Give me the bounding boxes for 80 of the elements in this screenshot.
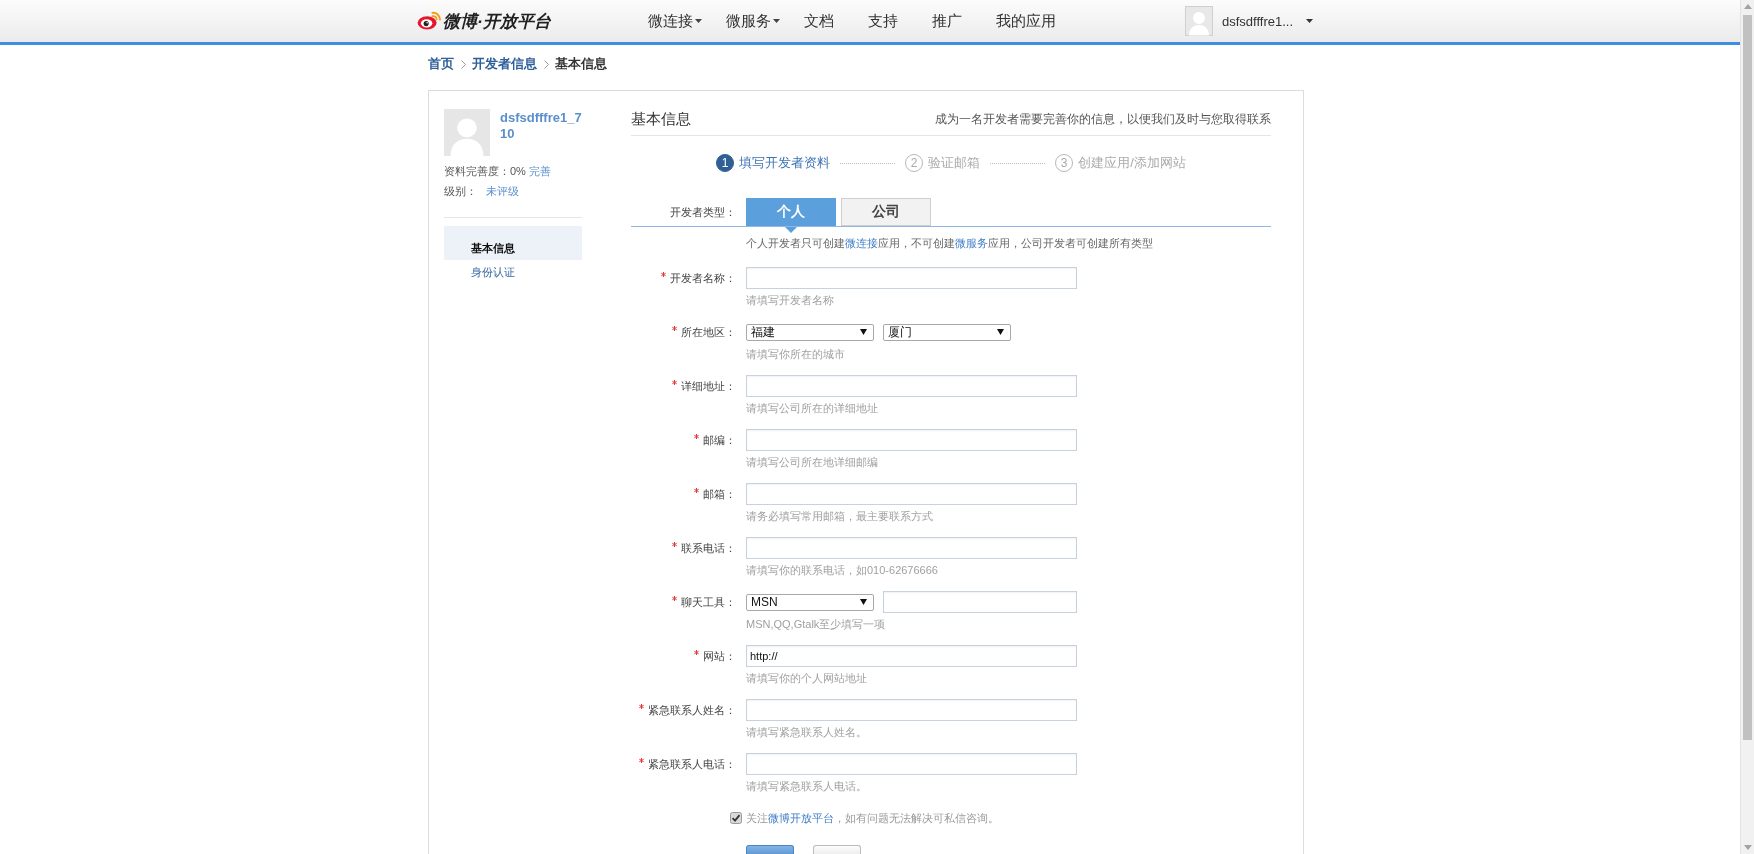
field-hint: 请填写你所在的城市 bbox=[746, 347, 846, 361]
primary-button[interactable] bbox=[746, 845, 794, 854]
scrollbar-thumb[interactable] bbox=[1743, 15, 1752, 740]
text-input[interactable] bbox=[746, 699, 1077, 721]
type-description: 个人开发者只可创建微连接应用，不可创建微服务应用，公司开发者可创建所有类型 bbox=[745, 236, 1154, 251]
breadcrumb-link[interactable]: 首页 bbox=[428, 54, 454, 74]
avatar-icon bbox=[1184, 6, 1213, 36]
logo-icon[interactable] bbox=[417, 10, 442, 30]
field-hint: MSN,QQ,Gtalk至少填写一项 bbox=[746, 617, 887, 631]
dropdown-select[interactable]: 厦门 bbox=[883, 323, 1011, 341]
section-title: 基本信息 bbox=[631, 109, 691, 129]
level-label: 级别： bbox=[444, 184, 477, 199]
field-hint: 请填写公司所在地详细邮编 bbox=[746, 455, 879, 469]
logo-text[interactable]: 微博·开放平台 bbox=[443, 9, 551, 33]
step-label: 验证邮箱 bbox=[928, 154, 981, 172]
field-label: 详细地址： bbox=[681, 379, 736, 393]
text-input[interactable] bbox=[746, 753, 1077, 775]
text-input[interactable] bbox=[746, 267, 1077, 289]
field-label: 开发者名称： bbox=[670, 271, 736, 285]
sidebar-menu-item[interactable]: 基本信息 bbox=[444, 226, 582, 260]
nav-link[interactable]: 文档 bbox=[786, 0, 851, 42]
field-label: 紧急联系人姓名： bbox=[648, 703, 736, 717]
dropdown-select[interactable]: 福建 bbox=[746, 323, 874, 341]
tab-pointer-icon bbox=[785, 227, 797, 233]
complete-profile-link[interactable]: 完善 bbox=[528, 161, 551, 181]
field-label: 开发者类型： bbox=[670, 205, 736, 219]
field-label: 邮编： bbox=[703, 433, 736, 447]
field-label: 所在地区： bbox=[681, 325, 736, 339]
step-number: 1 bbox=[716, 154, 735, 172]
dropdown-arrow-icon bbox=[997, 329, 1004, 335]
text-input[interactable] bbox=[746, 537, 1077, 559]
caret-icon[interactable] bbox=[1306, 19, 1313, 23]
step-connector bbox=[840, 162, 896, 164]
follow-notice: 关注微博开放平台，如有问题无法解决可私信咨询。 bbox=[746, 810, 999, 826]
field-hint: 请填写紧急联系人电话。 bbox=[746, 779, 868, 793]
breadcrumb-current: 基本信息 bbox=[555, 55, 607, 73]
nav-link[interactable]: 推广 bbox=[914, 0, 979, 42]
step-label: 创建应用/添加网站 bbox=[1078, 154, 1186, 172]
section-subtitle: 成为一名开发者需要完善你的信息，以便我们及时与您取得联系 bbox=[935, 112, 1271, 127]
text-input[interactable] bbox=[746, 483, 1077, 505]
username-link[interactable]: dsfsdfffre1... bbox=[1221, 13, 1293, 29]
text-input[interactable] bbox=[883, 591, 1077, 613]
text-input[interactable] bbox=[746, 429, 1077, 451]
chevron-right-icon bbox=[544, 59, 549, 69]
field-label: 联系电话： bbox=[681, 541, 736, 555]
field-hint: 请填写公司所在的详细地址 bbox=[746, 401, 879, 415]
field-label: 聊天工具： bbox=[681, 595, 736, 609]
field-hint: 请填写开发者名称 bbox=[746, 293, 835, 307]
field-hint: 请填写你的联系电话，如010-62676666 bbox=[746, 563, 939, 577]
text-input[interactable] bbox=[746, 375, 1077, 397]
sidebar-menu-item[interactable]: 身份认证 bbox=[444, 260, 582, 284]
nav-link[interactable]: 我的应用 bbox=[978, 0, 1073, 42]
completeness-label: 资料完善度：0% bbox=[444, 164, 526, 179]
inline-link[interactable]: 微服务 bbox=[955, 237, 988, 249]
nav-link[interactable]: 支持 bbox=[850, 0, 915, 42]
secondary-button[interactable] bbox=[813, 845, 861, 854]
field-hint: 请填写你的个人网站地址 bbox=[746, 671, 868, 685]
nav-link[interactable]: 微连接 bbox=[630, 0, 709, 42]
field-label: 紧急联系人电话： bbox=[648, 757, 736, 771]
dropdown-arrow-icon bbox=[860, 329, 867, 335]
step-label: 填写开发者资料 bbox=[739, 154, 831, 172]
type-tab[interactable]: 公司 bbox=[841, 198, 931, 226]
inline-link[interactable]: 微博开放平台 bbox=[768, 811, 834, 824]
field-hint: 请务必填写常用邮箱，最主要联系方式 bbox=[746, 509, 934, 523]
scroll-up-icon[interactable] bbox=[1743, 4, 1752, 9]
dropdown-arrow-icon bbox=[860, 599, 867, 605]
level-link[interactable]: 未评级 bbox=[486, 181, 519, 201]
field-label: 邮箱： bbox=[703, 487, 736, 501]
step-connector bbox=[990, 162, 1046, 164]
nav-link[interactable]: 微服务 bbox=[708, 0, 787, 42]
breadcrumb-link[interactable]: 开发者信息 bbox=[472, 54, 537, 74]
avatar-icon bbox=[444, 109, 490, 156]
field-hint: 请填写紧急联系人姓名。 bbox=[746, 725, 868, 739]
field-label: 网站： bbox=[703, 649, 736, 663]
chevron-right-icon bbox=[461, 59, 466, 69]
inline-link[interactable]: 微连接 bbox=[845, 237, 878, 249]
text-input[interactable]: http:// bbox=[746, 645, 1077, 667]
dropdown-select[interactable]: MSN bbox=[746, 593, 874, 611]
scroll-down-icon[interactable] bbox=[1743, 845, 1752, 850]
checkbox[interactable] bbox=[730, 812, 742, 824]
